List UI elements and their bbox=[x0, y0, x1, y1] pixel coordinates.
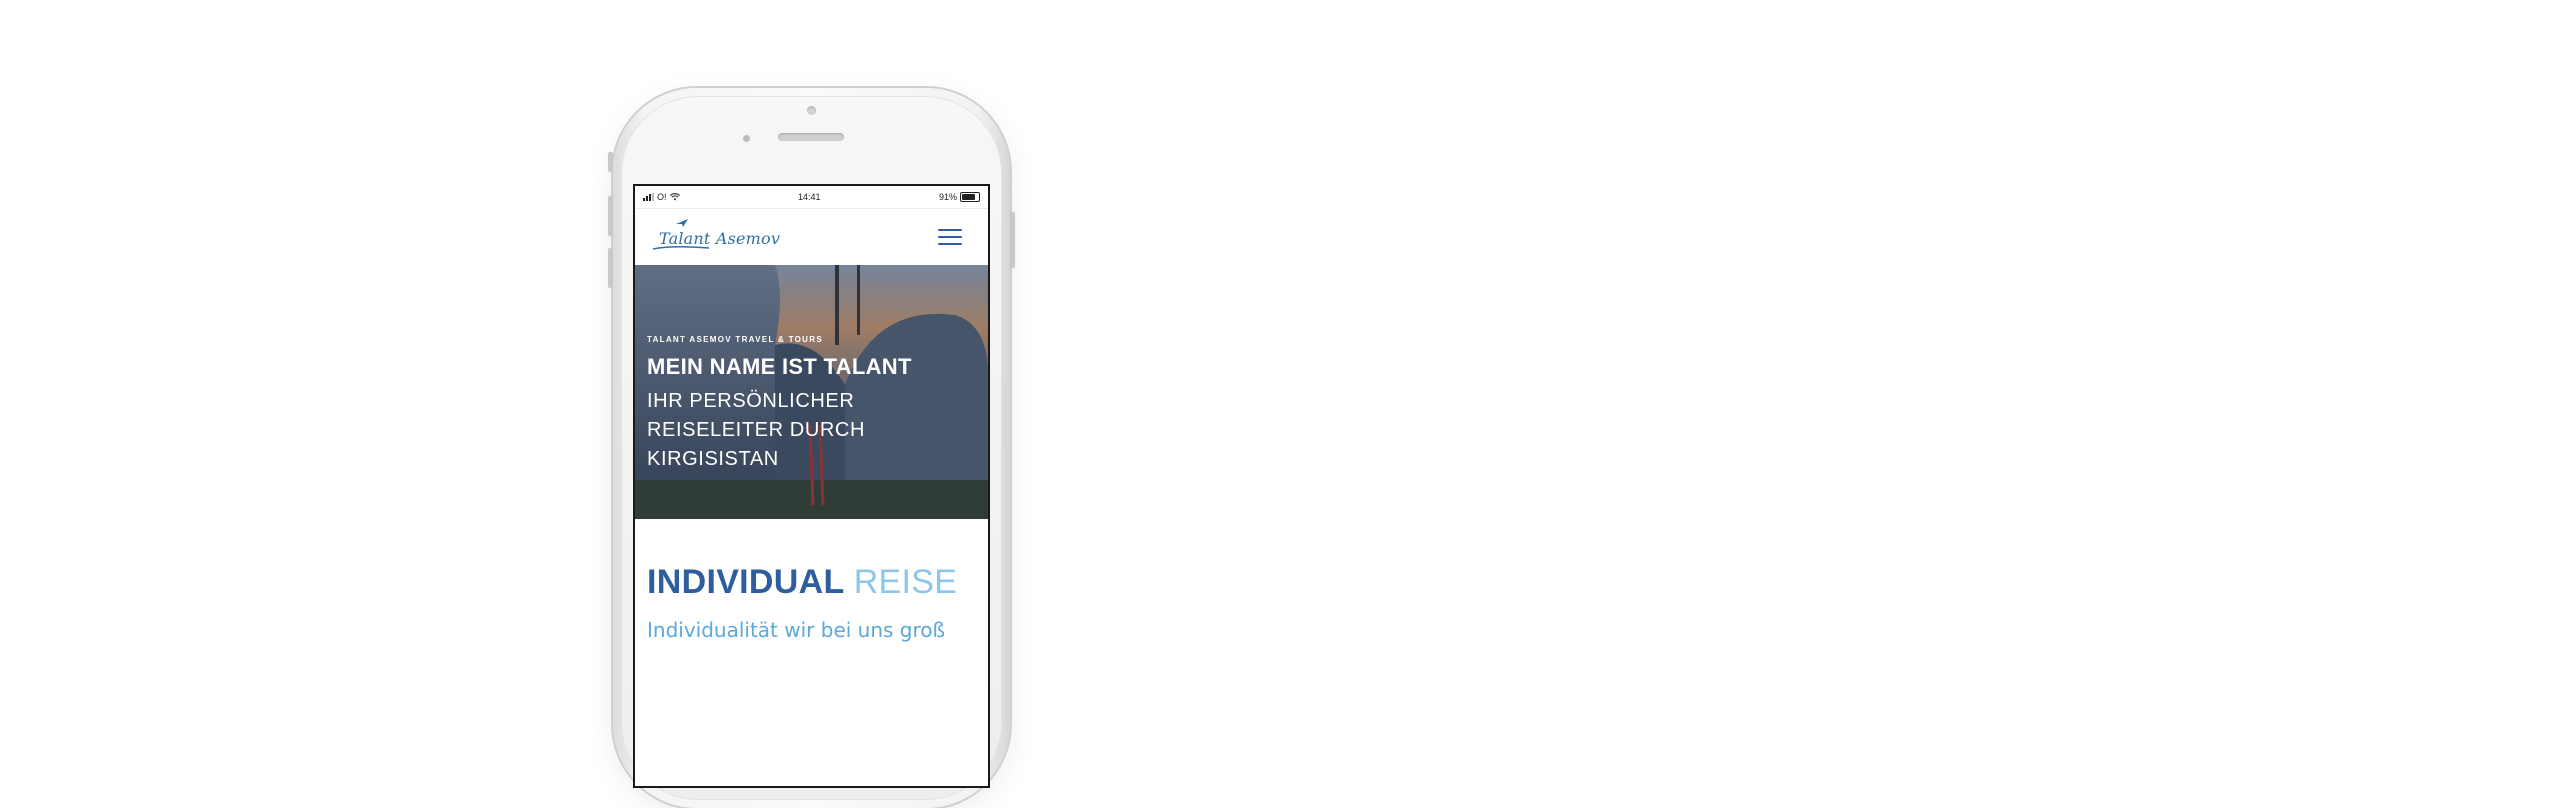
front-camera bbox=[807, 106, 816, 115]
logo-text: Talant Asemov bbox=[659, 229, 781, 248]
status-right: 91% bbox=[939, 192, 980, 202]
site-header: Talant Asemov bbox=[635, 209, 988, 265]
earpiece-speaker bbox=[778, 133, 844, 141]
wifi-icon bbox=[669, 193, 680, 201]
hero-subtitle: IHR PERSÖNLICHER REISELEITER DURCH KIRGI… bbox=[647, 390, 866, 470]
silent-switch bbox=[608, 152, 613, 172]
section-title-bold: INDIVIDUAL bbox=[647, 563, 844, 601]
phone-screen: O! 14:41 91% Talant Asemov TALANT ASEMOV… bbox=[635, 186, 988, 786]
hero-caption: TALANT ASEMOV TRAVEL & TOURS bbox=[647, 335, 823, 344]
battery-fill bbox=[962, 194, 975, 200]
proximity-sensor bbox=[743, 135, 750, 142]
power-button bbox=[1010, 212, 1015, 268]
section-title: INDIVIDUAL REISE bbox=[647, 563, 976, 602]
volume-down-button bbox=[608, 248, 613, 288]
battery-icon bbox=[960, 192, 980, 202]
signal-icon bbox=[643, 193, 654, 201]
airplane-icon bbox=[676, 219, 688, 227]
phone-mockup: O! 14:41 91% Talant Asemov TALANT ASEMOV… bbox=[608, 88, 1015, 808]
site-logo[interactable]: Talant Asemov bbox=[651, 217, 811, 257]
hero-title: MEIN NAME IST TALANT bbox=[647, 354, 912, 379]
section-title-light: REISE bbox=[853, 563, 958, 601]
volume-up-button bbox=[608, 196, 613, 236]
carrier-label: O! bbox=[657, 192, 667, 202]
main-content: INDIVIDUAL REISE Individualität wir bei … bbox=[635, 519, 988, 642]
hamburger-menu-icon[interactable] bbox=[938, 229, 962, 245]
battery-percent: 91% bbox=[938, 192, 957, 202]
section-text: Individualität wir bei uns groß bbox=[647, 618, 946, 642]
status-bar: O! 14:41 91% bbox=[635, 186, 988, 209]
hero-banner: TALANT ASEMOV TRAVEL & TOURS MEIN NAME I… bbox=[635, 265, 988, 519]
status-left: O! bbox=[643, 192, 680, 202]
clock: 14:41 bbox=[797, 192, 821, 202]
